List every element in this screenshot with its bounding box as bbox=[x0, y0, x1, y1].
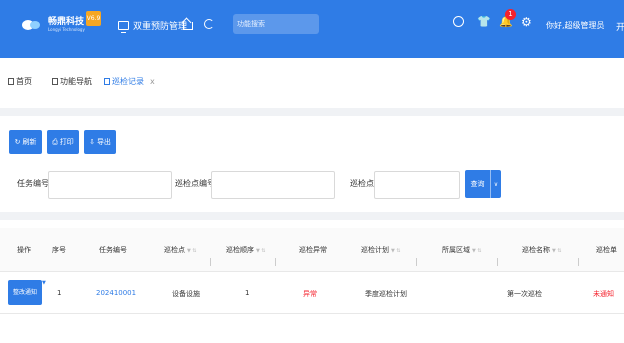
logo-subtitle: Longyi Technology bbox=[48, 27, 85, 32]
cell-order: 1 bbox=[245, 289, 250, 297]
tab-label: 功能导航 bbox=[60, 77, 92, 86]
chevron-down-icon[interactable]: ∨ bbox=[490, 170, 501, 198]
filter-sort-icon[interactable]: ▼ ⇅ bbox=[391, 248, 401, 254]
col-task-no: 任务编号 bbox=[99, 246, 127, 254]
export-icon: ⇩ bbox=[89, 138, 95, 146]
col-index: 序号 bbox=[52, 246, 66, 254]
cell-point: 设备设施 bbox=[172, 290, 200, 298]
user-greeting[interactable]: 你好,超级管理员 bbox=[546, 20, 605, 31]
col-point[interactable]: 巡检点 ▼ ⇅ bbox=[164, 245, 197, 255]
task-no-input[interactable] bbox=[49, 172, 171, 198]
filter-sort-icon[interactable]: ▼ ⇅ bbox=[472, 248, 482, 254]
logo-mark-icon bbox=[22, 18, 44, 32]
tab-function-nav[interactable]: 功能导航 bbox=[52, 76, 92, 87]
function-search[interactable] bbox=[233, 14, 319, 34]
col-sheet: 巡检单 bbox=[596, 246, 617, 254]
column-divider[interactable] bbox=[578, 258, 579, 266]
refresh-button[interactable]: ↻ 刷新 bbox=[9, 130, 42, 154]
refresh-icon: ↻ bbox=[14, 138, 21, 146]
point-no-label: 巡检点编号 bbox=[175, 179, 215, 188]
chevron-down-icon[interactable]: ▼ bbox=[42, 280, 48, 286]
point-field[interactable] bbox=[374, 171, 460, 199]
column-divider[interactable] bbox=[416, 258, 417, 266]
reload-icon[interactable] bbox=[204, 19, 214, 29]
export-button[interactable]: ⇩ 导出 bbox=[84, 130, 116, 154]
cell-plan: 季度巡检计划 bbox=[365, 290, 407, 298]
tab-doc-icon bbox=[8, 78, 14, 85]
rectify-notice-button[interactable]: 整改通知 bbox=[8, 280, 42, 305]
task-no-field[interactable] bbox=[48, 171, 172, 199]
tab-bar: 首页 功能导航 巡检记录 x bbox=[0, 58, 624, 108]
logo-name: 畅鼎科技 bbox=[48, 17, 85, 27]
theme-shirt-icon[interactable]: 👕 bbox=[477, 16, 491, 27]
cell-index: 1 bbox=[57, 289, 62, 297]
col-name[interactable]: 巡检名称 ▼ ⇅ bbox=[522, 245, 562, 255]
tab-doc-icon bbox=[104, 78, 110, 85]
screen-title: 双重预防管理 bbox=[133, 22, 188, 32]
cell-name: 第一次巡检 bbox=[507, 290, 542, 298]
cell-abnormal: 异常 bbox=[303, 290, 317, 298]
point-no-field[interactable] bbox=[211, 171, 335, 199]
home-icon[interactable] bbox=[182, 18, 193, 30]
col-area[interactable]: 所属区域 ▼ ⇅ bbox=[442, 245, 482, 255]
version-badge: V6.9 bbox=[86, 11, 101, 26]
col-abnormal: 巡检异常 bbox=[299, 246, 327, 254]
cell-sheet-status: 未通知 bbox=[593, 290, 614, 298]
col-plan[interactable]: 巡检计划 ▼ ⇅ bbox=[361, 245, 401, 255]
tab-doc-icon bbox=[52, 78, 58, 85]
point-input[interactable] bbox=[375, 172, 459, 198]
screen-title-button[interactable]: 双重预防管理 bbox=[118, 19, 188, 33]
notification-badge: 1 bbox=[505, 9, 516, 20]
monitor-icon bbox=[118, 21, 129, 33]
filter-sort-icon[interactable]: ▼ ⇅ bbox=[552, 248, 562, 254]
header-overflow-text[interactable]: 开 bbox=[616, 20, 624, 33]
printer-icon: ⎙ bbox=[52, 137, 58, 146]
tab-inspection-records[interactable]: 巡检记录 x bbox=[104, 76, 155, 87]
col-action: 操作 bbox=[17, 246, 31, 254]
top-header: 畅鼎科技 Longyi Technology V6.9 双重预防管理 👕 🔔 1… bbox=[0, 0, 624, 58]
print-button[interactable]: ⎙ 打印 bbox=[47, 130, 79, 154]
point-label: 巡检点 bbox=[350, 179, 374, 188]
column-divider[interactable] bbox=[497, 258, 498, 266]
task-no-label: 任务编号 bbox=[17, 179, 49, 188]
search-input[interactable] bbox=[237, 14, 319, 34]
gear-icon[interactable]: ⚙ bbox=[521, 16, 532, 28]
filter-sort-icon[interactable]: ▼ ⇅ bbox=[256, 248, 266, 254]
filter-sort-icon[interactable]: ▼ ⇅ bbox=[187, 248, 197, 254]
search-icon[interactable] bbox=[453, 16, 464, 27]
cell-task-no-link[interactable]: 202410001 bbox=[96, 289, 136, 297]
query-button[interactable]: 查询 ∨ bbox=[465, 170, 501, 198]
tab-home[interactable]: 首页 bbox=[8, 76, 32, 87]
column-divider[interactable] bbox=[275, 258, 276, 266]
col-order[interactable]: 巡检顺序 ▼ ⇅ bbox=[226, 245, 266, 255]
tab-label: 巡检记录 bbox=[112, 77, 144, 86]
column-divider[interactable] bbox=[210, 258, 211, 266]
close-icon[interactable]: x bbox=[150, 77, 155, 86]
tab-label: 首页 bbox=[16, 77, 32, 86]
logo[interactable]: 畅鼎科技 Longyi Technology bbox=[22, 18, 85, 32]
point-no-input[interactable] bbox=[212, 172, 334, 198]
